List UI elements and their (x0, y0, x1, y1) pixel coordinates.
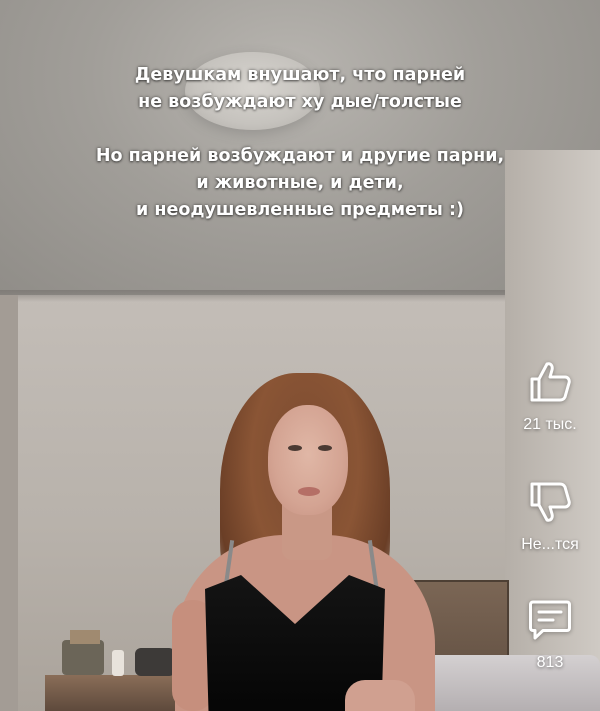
shelf-box-lid (70, 630, 100, 644)
thumbs-down-icon (530, 482, 571, 522)
person-face (268, 405, 348, 515)
like-count: 21 тыс. (523, 416, 577, 433)
person-hand (345, 680, 415, 711)
caption-line: и неодушевленные предметы :) (136, 200, 464, 220)
shelf-box (62, 640, 104, 675)
shelf-bag (135, 648, 175, 676)
ceiling-edge (0, 290, 520, 302)
comment-count: 813 (536, 654, 564, 671)
comments-button[interactable]: 813 (510, 598, 590, 672)
person-lips (298, 487, 320, 496)
video-caption: Девушкам внушают, что парней не возбужда… (0, 62, 600, 224)
dislike-label: Не...тся (521, 536, 579, 553)
caption-line: не возбуждают ху дые/толстые (138, 92, 462, 112)
person-left-eye (288, 445, 302, 451)
like-button[interactable]: 21 тыс. (510, 360, 590, 434)
comment-icon (529, 600, 571, 640)
caption-line: Но парней возбуждают и другие парни, (95, 146, 505, 166)
person-right-eye (318, 445, 332, 451)
left-wall (0, 295, 18, 711)
shelf-bottle (112, 650, 124, 676)
dislike-button[interactable]: Не...тся (510, 480, 590, 554)
thumbs-up-icon (530, 362, 571, 402)
caption-line: Девушкам внушают, что парней (134, 65, 466, 85)
caption-line: и животные, и дети, (196, 173, 404, 193)
